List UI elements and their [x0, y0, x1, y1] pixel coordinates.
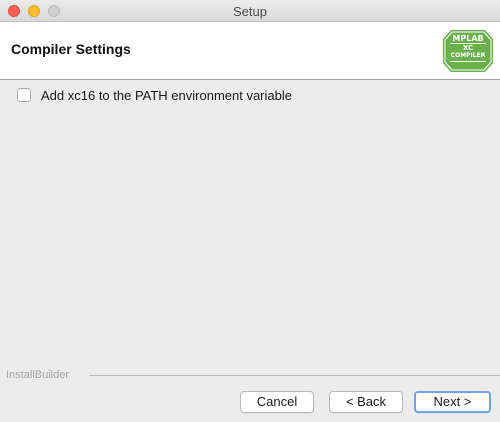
- page-title: Compiler Settings: [11, 41, 131, 57]
- next-button[interactable]: Next >: [414, 391, 491, 413]
- logo-text-xc: XC: [462, 44, 474, 52]
- back-button[interactable]: < Back: [329, 391, 403, 413]
- page-header: Compiler Settings MPLAB XC COMPILER: [0, 22, 500, 80]
- add-to-path-checkbox[interactable]: [17, 88, 31, 102]
- add-to-path-label[interactable]: Add xc16 to the PATH environment variabl…: [41, 88, 292, 103]
- logo-text-compiler: COMPILER: [450, 52, 486, 59]
- cancel-button[interactable]: Cancel: [240, 391, 314, 413]
- title-bar[interactable]: Setup: [0, 0, 500, 22]
- window-title: Setup: [233, 4, 267, 19]
- mplab-xc-compiler-logo-icon: MPLAB XC COMPILER: [442, 29, 494, 73]
- brand-divider: [89, 375, 500, 376]
- logo-text-mplab: MPLAB: [452, 34, 484, 43]
- brand-label: InstallBuilder: [6, 369, 69, 381]
- add-to-path-option[interactable]: Add xc16 to the PATH environment variabl…: [17, 86, 292, 104]
- installbuilder-brand: InstallBuilder: [0, 369, 500, 383]
- setup-window: Setup Compiler Settings MPLAB XC COMPILE…: [0, 0, 500, 422]
